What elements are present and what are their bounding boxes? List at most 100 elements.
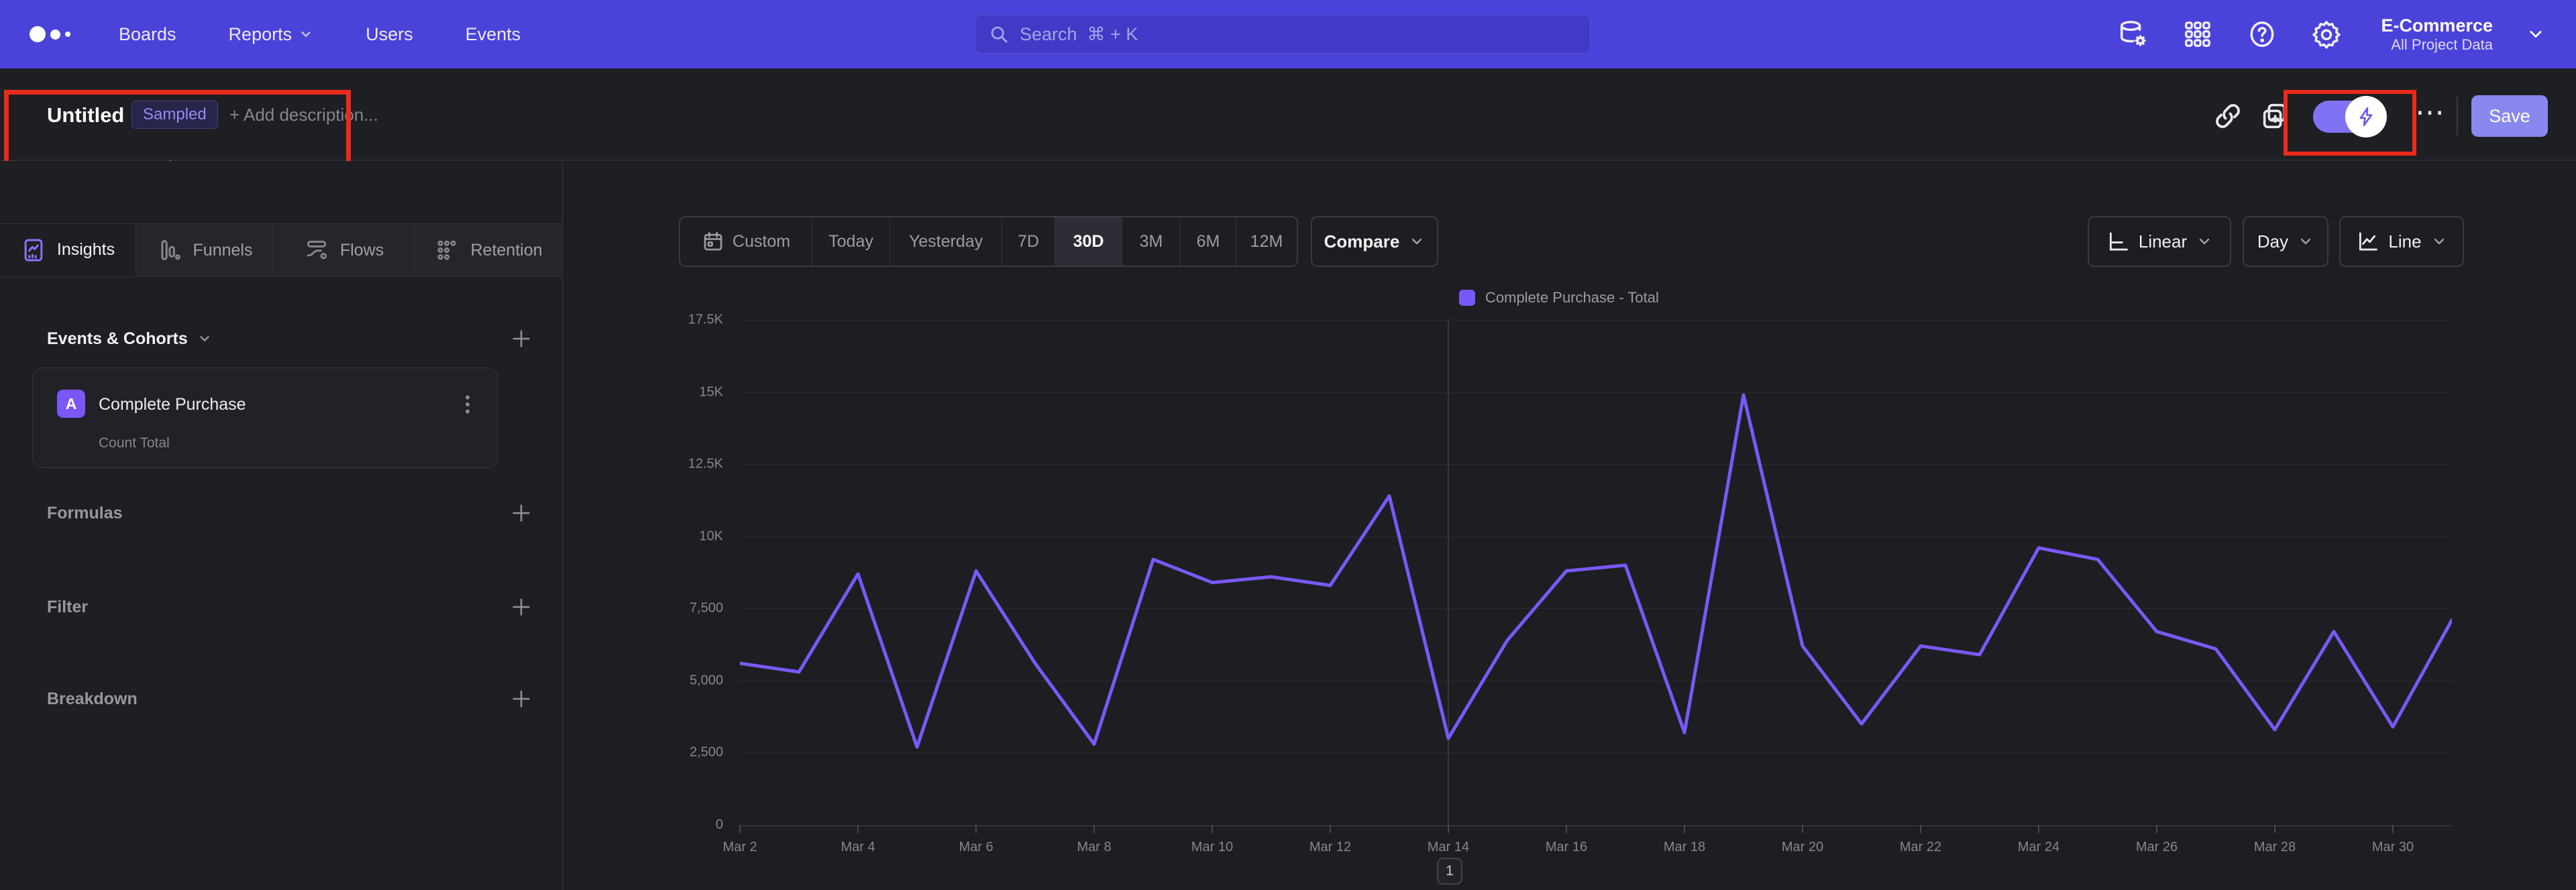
copy-link-icon[interactable] (2212, 101, 2243, 131)
line-chart-plot[interactable]: 0 2,500 5,000 7,500 10K 12.5K 15K 17.5K Mar 2 Mar… (688, 313, 2452, 854)
apps-grid-icon[interactable] (2182, 19, 2213, 50)
duplicate-add-icon[interactable] (2259, 101, 2290, 131)
x-tick-label: Mar 24 (2017, 840, 2060, 854)
sampled-badge[interactable]: Sampled (131, 101, 218, 129)
event-metric[interactable]: Count Total (99, 435, 170, 451)
chevron-down-icon (2300, 238, 2311, 245)
y-gridline (740, 825, 2452, 826)
x-tick-label: Mar 18 (1663, 840, 1706, 854)
settings-gear-icon[interactable] (2311, 19, 2342, 50)
tab-label: Insights (56, 240, 115, 259)
y-tick-label: 5,000 (689, 673, 723, 688)
nav-item-events[interactable]: Events (466, 24, 521, 45)
compare-button[interactable]: Compare (1311, 216, 1438, 267)
range-label: Today (828, 231, 873, 251)
y-tick-label: 7,500 (689, 600, 723, 616)
filter-section: Filter (47, 596, 533, 618)
add-filter-button[interactable] (510, 596, 533, 618)
nav-label: Reports (228, 23, 292, 44)
x-tick (1212, 825, 1213, 833)
linear-axis-icon (2109, 232, 2128, 251)
line-chart-icon (2359, 232, 2378, 251)
x-tick (1802, 825, 1803, 833)
interval-dropdown[interactable]: Day (2243, 216, 2328, 267)
chevron-down-icon (1412, 238, 1422, 245)
tab-flows[interactable]: Flows (273, 224, 414, 276)
lightning-bolt-icon (2359, 107, 2373, 126)
range-12m[interactable]: 12M (1236, 217, 1297, 266)
legend-swatch (1459, 290, 1475, 306)
formulas-label: Formulas (47, 503, 123, 522)
project-name: E-Commerce (2381, 15, 2493, 36)
add-event-button[interactable] (510, 327, 533, 350)
x-tick (2156, 825, 2157, 833)
project-selector[interactable]: E-Commerce All Project Data (2381, 15, 2493, 53)
report-title[interactable]: Untitled (47, 103, 124, 127)
add-description[interactable]: + Add description... (229, 105, 378, 125)
events-cohorts-header: Events & Cohorts (47, 327, 533, 350)
x-tick (1566, 825, 1567, 833)
divider (2457, 97, 2458, 135)
range-label: 6M (1196, 231, 1220, 251)
range-label: 3M (1139, 231, 1163, 251)
pagination-page-1[interactable]: 1 (1437, 858, 1462, 885)
x-tick-label: Mar 20 (1781, 840, 1824, 854)
y-tick-label: 0 (715, 817, 723, 832)
nav-item-reports[interactable]: Reports (229, 24, 314, 45)
formulas-section: Formulas (47, 502, 533, 524)
data-management-icon[interactable] (2118, 19, 2149, 50)
range-3m[interactable]: 3M (1122, 217, 1180, 266)
range-7d[interactable]: 7D (1002, 217, 1055, 266)
kebab-menu-icon[interactable] (455, 391, 480, 418)
scale-dropdown[interactable]: Linear (2088, 216, 2231, 267)
search-box[interactable] (975, 15, 1591, 54)
nav-label: Boards (119, 23, 176, 44)
range-30d[interactable]: 30D (1055, 217, 1122, 266)
range-custom[interactable]: Custom (680, 217, 812, 266)
x-tick-label: Mar 6 (959, 840, 994, 854)
nav-label: Users (366, 23, 413, 44)
chart-legend[interactable]: Complete Purchase - Total (1459, 289, 1659, 307)
add-formula-button[interactable] (510, 502, 533, 524)
x-tick-label: Mar 22 (1899, 840, 1942, 854)
chevron-down-icon (2530, 31, 2542, 38)
y-tick-label: 17.5K (688, 312, 723, 327)
tab-insights[interactable]: Insights (0, 224, 136, 276)
search-icon (991, 26, 1008, 43)
tab-label: Flows (339, 240, 384, 260)
chart-type-dropdown[interactable]: Line (2339, 216, 2464, 267)
events-cohorts-label[interactable]: Events & Cohorts (47, 329, 212, 349)
range-today[interactable]: Today (812, 217, 890, 266)
x-tick (975, 825, 977, 833)
mixpanel-logo[interactable] (30, 26, 70, 42)
x-tick-label: Mar 26 (2135, 840, 2178, 854)
range-label: 7D (1018, 231, 1039, 251)
more-options-button[interactable]: ⋯ (2415, 95, 2447, 129)
event-card[interactable]: A Complete Purchase Count Total (32, 368, 498, 468)
chevron-down-icon (2199, 238, 2210, 245)
search-input[interactable] (1020, 23, 1576, 45)
x-tick (1448, 825, 1449, 833)
sampling-toggle[interactable] (2313, 96, 2387, 137)
range-yesterday[interactable]: Yesterday (890, 217, 1002, 266)
nav-item-boards[interactable]: Boards (119, 24, 176, 45)
range-label: 30D (1073, 231, 1104, 251)
range-6m[interactable]: 6M (1180, 217, 1236, 266)
scale-label: Linear (2138, 231, 2188, 252)
nav-item-users[interactable]: Users (366, 24, 413, 45)
help-icon[interactable] (2247, 19, 2277, 50)
chart-series-svg (740, 393, 2452, 749)
x-tick-label: Mar 14 (1427, 840, 1470, 854)
x-tick (739, 825, 741, 833)
x-tick-label: Mar 30 (2371, 840, 2414, 854)
legend-label: Complete Purchase - Total (1485, 289, 1659, 306)
tab-funnels[interactable]: Funnels (136, 224, 273, 276)
nav-label: Events (465, 23, 521, 44)
breakdown-section: Breakdown (47, 687, 533, 710)
range-label: 12M (1250, 231, 1283, 251)
add-breakdown-button[interactable] (510, 687, 533, 710)
y-tick-label: 15K (699, 384, 723, 400)
tab-retention[interactable]: Retention (414, 224, 562, 276)
x-tick-label: Mar 4 (841, 840, 875, 854)
save-button[interactable]: Save (2471, 95, 2548, 137)
